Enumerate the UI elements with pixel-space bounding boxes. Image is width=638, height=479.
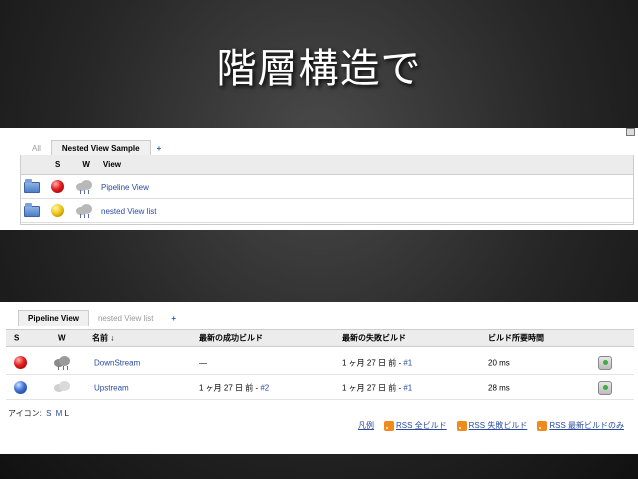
view-tabs: Pipeline View nested View list + (18, 309, 185, 326)
top-right-link[interactable] (626, 128, 638, 136)
build-now-icon[interactable] (598, 381, 612, 395)
build-link[interactable]: #1 (403, 383, 412, 392)
rss-all-label: RSS 全ビルド (395, 421, 447, 430)
last-success-value: — (199, 358, 207, 367)
column-header-duration[interactable]: ビルド所要時間 (488, 333, 544, 344)
tab-nested-view-list[interactable]: nested View list (89, 311, 162, 326)
last-failure-value: 1 ヶ月 27 日 前 - #1 (342, 382, 412, 393)
rss-icon (456, 420, 467, 431)
weather-storm-icon (54, 355, 72, 370)
folder-icon (24, 179, 40, 193)
build-now-icon[interactable] (598, 356, 612, 370)
rss-latest-label: RSS 最新ビルドのみ (549, 421, 624, 430)
view-tabs: All Nested View Sample + (22, 138, 167, 156)
job-link-downstream[interactable]: DownStream (94, 358, 140, 367)
column-header-name[interactable]: 名前 ↓ (92, 333, 114, 344)
view-link-nested-view-list[interactable]: nested View list (101, 207, 156, 216)
last-failure-time: 1 ヶ月 27 日 前 - (342, 358, 404, 367)
last-failure-time: 1 ヶ月 27 日 前 - (342, 383, 404, 392)
legend-link-label: 凡例 (357, 421, 374, 430)
tab-nested-view-sample[interactable]: Nested View Sample (50, 140, 151, 156)
icon-size-m-link[interactable]: M (56, 409, 63, 418)
column-header-view[interactable]: View (103, 160, 121, 169)
icon-size-legend: アイコン: S M L (8, 408, 69, 419)
last-success-value: 1 ヶ月 27 日 前 - #2 (199, 382, 269, 393)
weather-cloud-icon (76, 179, 94, 194)
edit-icon (626, 128, 635, 136)
weather-cloudy-icon (54, 380, 72, 394)
column-header-last-success[interactable]: 最新の成功ビルド (199, 333, 263, 344)
duration-value: 20 ms (488, 358, 510, 367)
column-header-w[interactable]: W (82, 160, 90, 169)
column-header-w[interactable]: W (58, 334, 66, 343)
slide-title: 階層構造で (216, 46, 422, 92)
tab-all[interactable]: All (22, 141, 51, 156)
table-row: DownStream — 1 ヶ月 27 日 前 - #1 20 ms (6, 351, 634, 375)
last-failure-value: 1 ヶ月 27 日 前 - #1 (342, 357, 412, 368)
status-ball-red-icon (51, 180, 64, 193)
status-ball-blue-icon (14, 381, 27, 394)
add-view-tab[interactable]: + (151, 141, 168, 156)
last-success-time: 1 ヶ月 27 日 前 - (199, 383, 261, 392)
footer-links: 凡例 RSS 全ビルド RSS 失敗ビルド RSS 最新ビルドのみ (358, 420, 624, 431)
view-link-pipeline-view[interactable]: Pipeline View (101, 183, 149, 192)
table-header: S W View (21, 155, 633, 175)
table-row: Upstream 1 ヶ月 27 日 前 - #2 1 ヶ月 27 日 前 - … (6, 376, 634, 400)
rss-icon (537, 420, 548, 431)
build-link[interactable]: #2 (260, 383, 269, 392)
status-ball-red-icon (14, 356, 27, 369)
folder-icon (24, 203, 40, 217)
icon-size-label: アイコン: (8, 409, 42, 418)
column-header-s[interactable]: S (55, 160, 60, 169)
rss-failed-link[interactable]: RSS 失敗ビルド (456, 420, 528, 431)
add-view-tab[interactable]: + (162, 311, 185, 326)
rss-latest-link[interactable]: RSS 最新ビルドのみ (537, 420, 624, 431)
job-table-header: S W 名前 ↓ 最新の成功ビルド 最新の失敗ビルド ビルド所要時間 (6, 329, 634, 347)
view-list-table: S W View Pipeline View nested View list (20, 155, 634, 225)
icon-size-s-link[interactable]: S (46, 409, 51, 418)
job-link-upstream[interactable]: Upstream (94, 383, 129, 392)
tab-pipeline-view[interactable]: Pipeline View (18, 310, 89, 326)
rss-failed-label: RSS 失敗ビルド (468, 421, 528, 430)
column-header-last-failure[interactable]: 最新の失敗ビルド (342, 333, 406, 344)
table-row: Pipeline View (21, 175, 633, 199)
legend-link[interactable]: 凡例 (358, 420, 374, 431)
weather-cloud-icon (76, 203, 94, 218)
nested-view-panel: All Nested View Sample + S W View Pipeli… (0, 128, 638, 230)
column-header-s[interactable]: S (14, 334, 19, 343)
table-row: nested View list (21, 199, 633, 223)
pipeline-view-panel: Pipeline View nested View list + S W 名前 … (0, 302, 638, 454)
icon-size-l-current: L (64, 409, 69, 418)
rss-all-link[interactable]: RSS 全ビルド (383, 420, 447, 431)
status-ball-yellow-icon (51, 204, 64, 217)
duration-value: 28 ms (488, 383, 510, 392)
build-link[interactable]: #1 (403, 358, 412, 367)
rss-icon (383, 420, 394, 431)
